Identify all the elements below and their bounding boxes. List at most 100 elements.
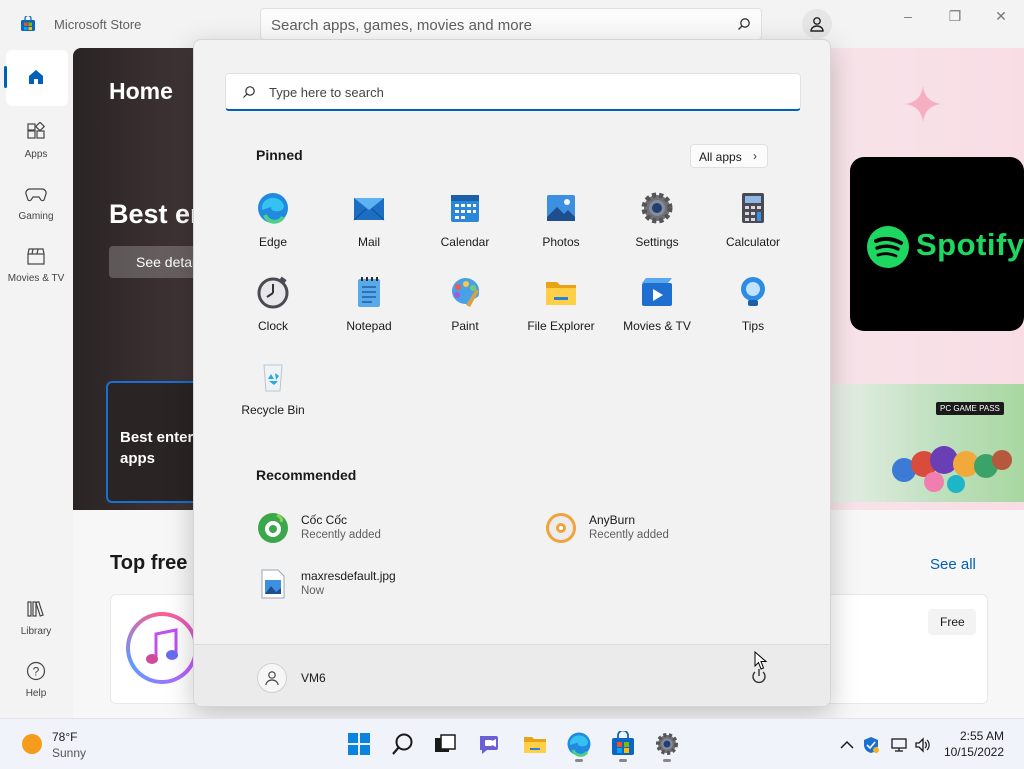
svg-text:?: ? [33, 665, 40, 679]
pinned-label: Settings [635, 235, 679, 249]
settings-icon[interactable] [654, 731, 680, 757]
pinned-notepad[interactable]: Notepad [321, 271, 417, 351]
store-search-placeholder: Search apps, games, movies and more [271, 17, 532, 34]
task-view-icon[interactable] [432, 731, 458, 757]
home-icon [29, 70, 43, 84]
search-icon[interactable] [737, 17, 751, 31]
pinned-movies-tv[interactable]: Movies & TV [609, 271, 705, 351]
nav-library[interactable]: Library [0, 599, 72, 637]
taskbar-search-icon[interactable] [390, 731, 416, 757]
start-button-icon[interactable] [346, 731, 372, 757]
see-all-link[interactable]: See all [930, 556, 976, 573]
pinned-file-explorer[interactable]: File Explorer [513, 271, 609, 351]
network-icon[interactable] [890, 736, 908, 754]
coccoc-icon [258, 513, 288, 543]
recommended-subtitle: Now [301, 585, 325, 597]
free-button[interactable]: Free [928, 609, 976, 635]
pinned-label: Calculator [725, 235, 781, 249]
weather-temperature[interactable]: 78°F [52, 730, 77, 744]
pinned-photos[interactable]: Photos [513, 187, 609, 267]
section-title: Top free a [110, 552, 205, 574]
chevron-up-icon[interactable] [838, 736, 856, 754]
recommended-item[interactable]: maxresdefault.jpg Now [257, 564, 517, 608]
close-button[interactable]: ✕ [986, 8, 1016, 26]
nav-apps[interactable]: Apps [0, 121, 72, 160]
edge-icon [258, 193, 288, 224]
recommended-name: Cốc Cốc [301, 513, 348, 527]
calculator-icon [742, 193, 764, 223]
nav-selection-indicator [4, 66, 7, 88]
running-indicator [663, 759, 671, 762]
nav-gaming[interactable]: Gaming [0, 184, 72, 222]
photos-icon [547, 195, 575, 221]
gamepad-icon [25, 188, 47, 202]
free-label: Free [940, 615, 965, 629]
settings-icon [641, 192, 673, 224]
pinned-label: File Explorer [527, 319, 595, 333]
nav-help[interactable]: ? Help [0, 661, 72, 699]
pinned-label: Paint [451, 319, 479, 333]
clock-time[interactable]: 2:55 AM [946, 729, 1004, 743]
minimize-button[interactable]: – [893, 8, 923, 26]
game-characters-illustration [892, 446, 1012, 493]
pinned-heading: Pinned [256, 147, 303, 163]
pinned-label: Tips [741, 319, 765, 333]
user-avatar[interactable] [257, 663, 287, 693]
weather-condition[interactable]: Sunny [52, 746, 86, 760]
recommended-item[interactable]: Cốc Cốc Recently added [257, 508, 517, 552]
anyburn-icon [546, 513, 576, 543]
security-shield-icon[interactable] [862, 736, 880, 754]
pinned-calculator[interactable]: Calculator [705, 187, 801, 267]
volume-icon[interactable] [914, 736, 932, 754]
pinned-edge[interactable]: Edge [225, 187, 321, 267]
page-title: Home [109, 78, 173, 104]
nav-apps-label: Apps [24, 149, 48, 160]
user-name[interactable]: VM6 [301, 671, 326, 685]
clock-date[interactable]: 10/15/2022 [940, 745, 1004, 759]
hero-card-label: Best enter apps [120, 429, 194, 467]
recommended-name: AnyBurn [589, 513, 636, 527]
person-icon [265, 671, 279, 686]
maximize-button[interactable]: ❐ [940, 8, 970, 26]
game-pass-label: PC GAME PASS [936, 402, 1004, 415]
pinned-settings[interactable]: Settings [609, 187, 705, 267]
pinned-recycle-bin[interactable]: Recycle Bin [225, 355, 321, 435]
sun-icon[interactable] [22, 734, 42, 754]
game-pass-tile[interactable]: PC GAME PASS [832, 384, 1024, 502]
file-explorer-icon[interactable] [522, 731, 548, 757]
notepad-icon [358, 277, 380, 307]
start-menu: Type here to search Pinned All apps › Ed… [193, 39, 831, 707]
start-search-input[interactable]: Type here to search [225, 73, 801, 111]
pinned-mail[interactable]: Mail [321, 187, 417, 267]
help-icon: ? [26, 661, 46, 681]
hero-heading: Best en [109, 199, 207, 229]
pinned-tips[interactable]: Tips [705, 271, 801, 351]
spotify-tile[interactable]: Spotify [850, 157, 1024, 331]
pinned-calendar[interactable]: Calendar [417, 187, 513, 267]
music-note-icon [146, 628, 178, 664]
microsoft-store-icon[interactable] [610, 731, 636, 757]
see-details-label: See detai [136, 254, 196, 270]
nav-movies-tv[interactable]: Movies & TV [0, 246, 72, 284]
pinned-label: Notepad [346, 319, 392, 333]
chevron-right-icon: › [753, 149, 757, 163]
start-search-placeholder: Type here to search [269, 85, 384, 100]
all-apps-button[interactable]: All apps › [690, 144, 768, 168]
recommended-subtitle: Recently added [301, 529, 381, 541]
teams-chat-icon[interactable] [477, 731, 503, 757]
pinned-label: Mail [357, 235, 380, 249]
store-search-input[interactable]: Search apps, games, movies and more [260, 8, 762, 40]
account-button[interactable] [802, 9, 832, 39]
person-icon [810, 17, 824, 32]
spotify-logo-icon [867, 226, 909, 268]
hero-card[interactable]: Best enter apps [106, 381, 206, 503]
recommended-item[interactable]: AnyBurn Recently added [545, 508, 805, 552]
mouse-cursor-icon [754, 651, 768, 670]
edge-icon[interactable] [566, 731, 592, 757]
image-file-icon [261, 569, 285, 599]
pinned-clock[interactable]: Clock [225, 271, 321, 351]
library-icon [27, 600, 44, 617]
pinned-paint[interactable]: Paint [417, 271, 513, 351]
search-icon [243, 86, 255, 98]
clapperboard-icon [27, 248, 45, 265]
